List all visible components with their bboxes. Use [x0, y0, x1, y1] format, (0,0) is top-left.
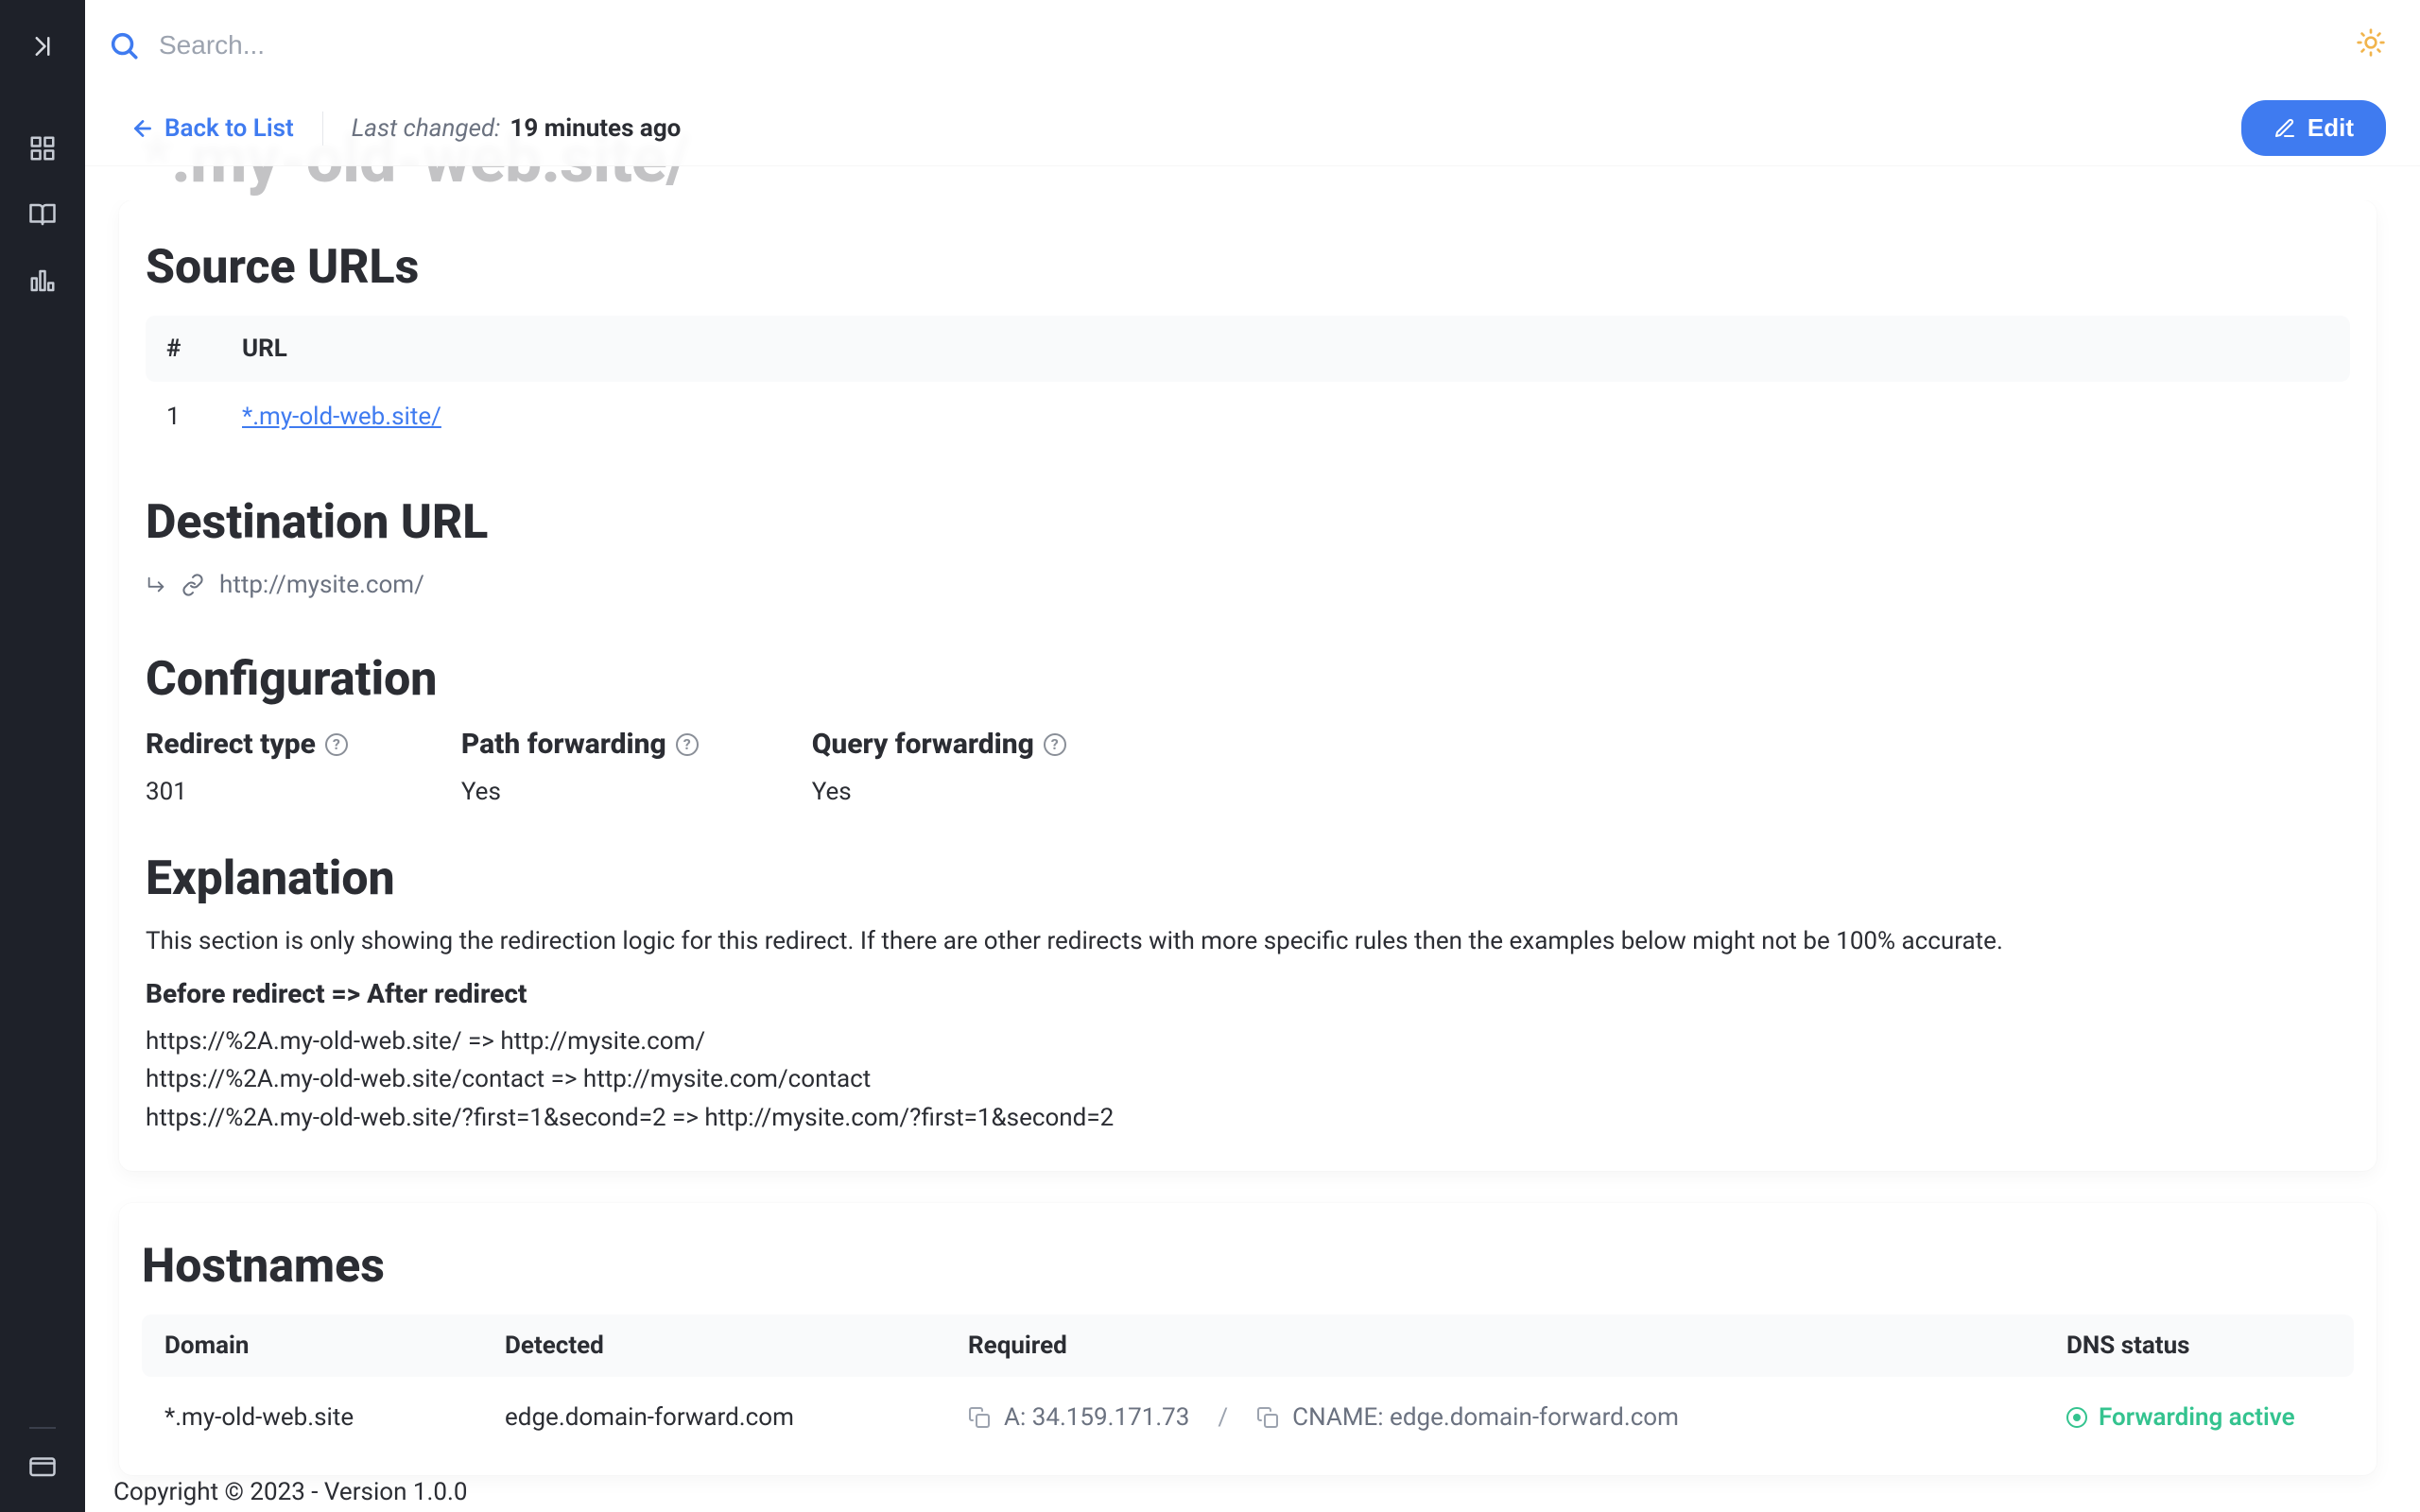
- last-changed-value: 19 minutes ago: [510, 114, 681, 143]
- table-row: *.my-old-web.site edge.domain-forward.co…: [142, 1377, 2354, 1449]
- bars-icon: [28, 266, 57, 295]
- config-redirect-type: Redirect type ? 301: [146, 728, 348, 806]
- main-content: Source URLs # URL 1 *.my-old-web.site/: [95, 200, 2401, 1512]
- section-configuration: Configuration Redirect type ? 301 Path f…: [146, 652, 2350, 806]
- table-row: 1 *.my-old-web.site/: [146, 382, 2350, 452]
- actionbar-separator: [322, 112, 323, 146]
- config-query-forwarding: Query forwarding ? Yes: [812, 728, 1066, 806]
- hostnames-header-dns: DNS status: [2066, 1332, 2331, 1360]
- hostnames-table-header: Domain Detected Required DNS status: [142, 1314, 2354, 1377]
- hostnames-card: Hostnames Domain Detected Required DNS s…: [119, 1203, 2377, 1475]
- hostnames-row-required: A: 34.159.171.73 / CNAME: edge.domain-fo…: [968, 1403, 2066, 1432]
- section-destination-url: Destination URL http://mysite.com/: [146, 495, 2350, 599]
- config-path-forwarding: Path forwarding ? Yes: [461, 728, 699, 806]
- grid-icon: [28, 134, 57, 163]
- arrow-left-icon: [130, 116, 155, 141]
- required-cname-label: CNAME:: [1292, 1403, 1383, 1432]
- help-icon[interactable]: ?: [1044, 733, 1066, 756]
- theme-toggle-button[interactable]: [2356, 27, 2386, 64]
- source-urls-header-url: URL: [221, 316, 2350, 382]
- copy-icon: [1256, 1406, 1279, 1429]
- copy-cname-record-button[interactable]: [1256, 1406, 1279, 1429]
- config-query-forwarding-label: Query forwarding: [812, 728, 1034, 761]
- source-url-link[interactable]: *.my-old-web.site/: [242, 403, 441, 431]
- sun-icon: [2356, 27, 2386, 58]
- hostnames-header-required: Required: [968, 1332, 2066, 1360]
- sidebar-item-dashboard[interactable]: [23, 129, 62, 168]
- required-a-value: 34.159.171.73: [1032, 1403, 1190, 1432]
- pencil-icon: [2273, 117, 2296, 140]
- help-icon[interactable]: ?: [325, 733, 348, 756]
- configuration-title: Configuration: [146, 652, 2350, 707]
- sidebar-item-docs[interactable]: [23, 195, 62, 234]
- config-path-forwarding-value: Yes: [461, 778, 699, 806]
- last-changed-label: Last changed:: [352, 114, 501, 143]
- status-active-icon: [2066, 1407, 2087, 1428]
- hostnames-header-detected: Detected: [505, 1332, 968, 1360]
- hostnames-row-dns-status: Forwarding active: [2066, 1403, 2331, 1432]
- destination-url-title: Destination URL: [146, 495, 2350, 550]
- required-a-label: A:: [1004, 1403, 1026, 1432]
- book-icon: [28, 200, 57, 229]
- copy-a-record-button[interactable]: [968, 1406, 991, 1429]
- wallet-icon: [28, 1452, 57, 1480]
- copy-icon: [968, 1406, 991, 1429]
- hostnames-row-detected: edge.domain-forward.com: [505, 1403, 968, 1432]
- section-source-urls: Source URLs # URL 1 *.my-old-web.site/: [146, 240, 2350, 452]
- chevron-right-bar-icon: [28, 32, 57, 60]
- sidebar: [0, 0, 85, 1512]
- redirect-detail-card: Source URLs # URL 1 *.my-old-web.site/: [119, 200, 2377, 1171]
- required-separator: /: [1218, 1403, 1228, 1432]
- topbar: [85, 0, 2420, 91]
- explanation-title: Explanation: [146, 851, 2350, 906]
- explanation-text: This section is only showing the redirec…: [146, 927, 2350, 955]
- link-icon: [182, 574, 204, 596]
- back-to-list-link[interactable]: Back to List: [130, 114, 294, 143]
- destination-url-value: http://mysite.com/: [219, 571, 424, 599]
- config-query-forwarding-value: Yes: [812, 778, 1066, 806]
- source-urls-header-index: #: [146, 316, 221, 382]
- hostnames-title: Hostnames: [142, 1239, 2354, 1294]
- search-icon: [108, 29, 140, 61]
- explanation-subheading: Before redirect => After redirect: [146, 978, 2350, 1009]
- sidebar-divider: [29, 1427, 56, 1429]
- explanation-examples: https://%2A.my-old-web.site/ => http://m…: [146, 1022, 2350, 1137]
- source-url-index: 1: [146, 382, 221, 452]
- source-urls-table: # URL 1 *.my-old-web.site/: [146, 316, 2350, 452]
- actionbar: Back to List Last changed: 19 minutes ag…: [85, 91, 2420, 166]
- config-redirect-type-label: Redirect type: [146, 728, 316, 761]
- help-icon[interactable]: ?: [676, 733, 699, 756]
- sidebar-collapse-button[interactable]: [23, 26, 62, 66]
- search-input[interactable]: [157, 29, 2356, 61]
- hostnames-row-domain: *.my-old-web.site: [164, 1403, 505, 1432]
- sidebar-item-billing[interactable]: [23, 1446, 62, 1486]
- subdirectory-arrow-icon: [146, 575, 166, 595]
- footer-copyright: Copyright © 2023 - Version 1.0.0: [113, 1478, 467, 1506]
- edit-button[interactable]: Edit: [2241, 100, 2386, 156]
- source-urls-title: Source URLs: [146, 240, 2350, 295]
- dns-status-label: Forwarding active: [2099, 1403, 2295, 1432]
- back-to-list-label: Back to List: [164, 114, 294, 143]
- section-explanation: Explanation This section is only showing…: [146, 851, 2350, 1137]
- config-redirect-type-value: 301: [146, 778, 348, 806]
- last-changed: Last changed: 19 minutes ago: [352, 114, 682, 143]
- sidebar-item-analytics[interactable]: [23, 261, 62, 301]
- hostnames-header-domain: Domain: [164, 1332, 505, 1360]
- edit-button-label: Edit: [2308, 113, 2354, 143]
- config-path-forwarding-label: Path forwarding: [461, 728, 666, 761]
- required-cname-value: edge.domain-forward.com: [1390, 1403, 1679, 1432]
